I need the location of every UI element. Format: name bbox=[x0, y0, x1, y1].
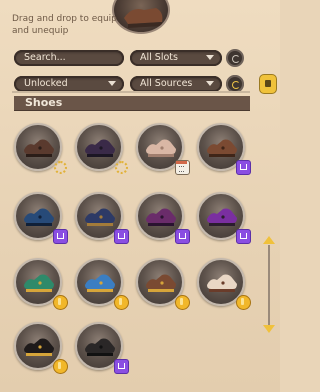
shoe-icon bbox=[24, 208, 54, 226]
divider bbox=[12, 91, 250, 93]
item-slot-brown-buckle-shoes[interactable] bbox=[197, 123, 251, 175]
coin-icon bbox=[53, 295, 68, 310]
item-slot-dark-boots[interactable] bbox=[14, 123, 67, 174]
search-input[interactable]: Search... bbox=[14, 50, 124, 66]
item-slot-purple-curl-slippers[interactable] bbox=[197, 192, 251, 244]
shoe-icon bbox=[85, 338, 115, 356]
shoe-icon bbox=[85, 274, 115, 292]
lock-icon[interactable] bbox=[259, 74, 277, 94]
twitch-icon bbox=[114, 229, 129, 244]
drag-drop-hint: Drag and drop to equip and unequip bbox=[12, 14, 117, 36]
twitch-icon bbox=[236, 229, 251, 244]
item-slot-black-shoes[interactable] bbox=[75, 322, 129, 374]
status-dropdown[interactable]: Unlocked bbox=[14, 76, 124, 92]
shoe-icon bbox=[24, 139, 54, 157]
shoe-icon bbox=[146, 274, 176, 292]
scroll-down-arrow-icon[interactable] bbox=[263, 325, 275, 333]
section-header: Shoes bbox=[14, 96, 250, 111]
twitch-icon bbox=[53, 229, 68, 244]
chevron-down-icon bbox=[206, 55, 214, 60]
twitch-icon bbox=[114, 359, 129, 374]
item-slot-purple-lace-boots[interactable] bbox=[75, 123, 128, 174]
refresh-icon[interactable] bbox=[226, 49, 244, 67]
shoe-icon bbox=[24, 274, 54, 292]
scrollbar[interactable] bbox=[268, 245, 270, 325]
coin-icon bbox=[53, 359, 68, 374]
calendar-icon bbox=[175, 160, 190, 175]
sources-dropdown[interactable]: All Sources bbox=[130, 76, 222, 92]
twitch-icon bbox=[236, 160, 251, 175]
slots-dropdown[interactable]: All Slots bbox=[130, 50, 222, 66]
scroll-up-arrow-icon[interactable] bbox=[263, 236, 275, 244]
shoe-icon bbox=[207, 208, 237, 226]
shoe-icon bbox=[85, 139, 115, 157]
item-slot-blue-curly-shoes[interactable] bbox=[14, 192, 68, 244]
coin-icon bbox=[175, 295, 190, 310]
item-slot-black-gold-buckle-shoes[interactable] bbox=[14, 322, 68, 374]
chevron-down-icon bbox=[108, 81, 116, 86]
gear-icon bbox=[114, 160, 128, 174]
item-slot-peg-leg-boot[interactable] bbox=[75, 192, 129, 244]
gear-icon bbox=[53, 160, 67, 174]
item-slot-brown-sandals[interactable] bbox=[136, 258, 190, 310]
shoe-icon bbox=[207, 139, 237, 157]
item-slot-blue-gold-shoes[interactable] bbox=[75, 258, 129, 310]
shoe-icon bbox=[85, 208, 115, 226]
item-slot-green-gold-shoes[interactable] bbox=[14, 258, 68, 310]
shoe-icon bbox=[24, 338, 54, 356]
coin-icon bbox=[114, 295, 129, 310]
shoe-icon bbox=[146, 208, 176, 226]
item-slot-violet-buckle-shoes[interactable] bbox=[136, 192, 190, 244]
shoes-inventory-panel: Drag and drop to equip and unequip Searc… bbox=[0, 0, 280, 392]
shoe-icon bbox=[146, 139, 176, 157]
chevron-down-icon bbox=[206, 81, 214, 86]
coin-icon bbox=[236, 295, 251, 310]
item-slot-fluffy-pink-boots[interactable] bbox=[136, 123, 190, 175]
shoe-icon bbox=[207, 274, 237, 292]
twitch-icon bbox=[175, 229, 190, 244]
item-slot-cream-brown-shoes[interactable] bbox=[197, 258, 251, 310]
